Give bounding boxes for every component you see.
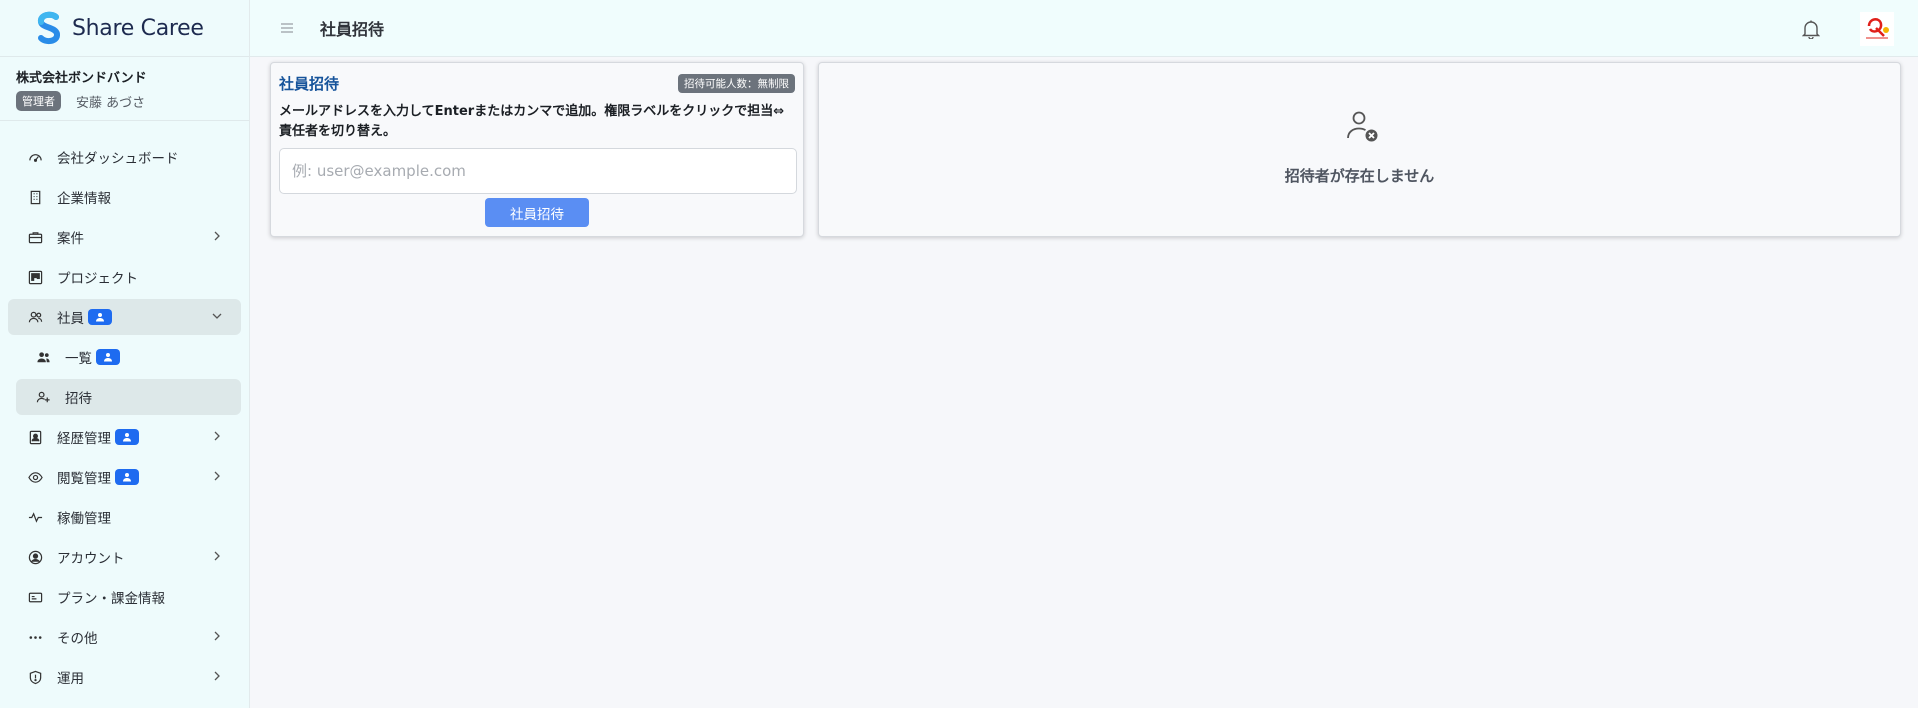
user-avatar[interactable] <box>1860 12 1894 46</box>
shield-icon <box>28 670 43 685</box>
sidebar-item-project[interactable]: プロジェクト <box>8 259 241 295</box>
logo[interactable]: Share Caree <box>0 0 249 57</box>
sidebar-nav: 会社ダッシュボード 企業情報 案件 プロジェクト 社員 一覧 招待 経歴管理 閲… <box>0 121 249 695</box>
person-badge-icon <box>115 469 139 485</box>
chevron-right-icon <box>214 431 220 441</box>
sidebar-item-label: 運用 <box>57 671 84 687</box>
company-info: 株式会社ボンドバンド 管理者 安藤 あづさ <box>0 57 249 121</box>
email-input[interactable] <box>279 148 797 194</box>
chevron-right-icon <box>214 551 220 561</box>
sidebar-item-label: その他 <box>57 631 98 647</box>
sidebar-item-label: アカウント <box>57 551 125 567</box>
logo-text: Share Caree <box>72 15 204 41</box>
briefcase-icon <box>28 230 43 245</box>
person-badge-icon <box>88 309 112 325</box>
eye-icon <box>28 470 43 485</box>
invite-instructions: メールアドレスを入力してEnterまたはカンマで追加。権限ラベルをクリックで担当… <box>279 104 785 139</box>
three-dots-icon <box>28 630 43 645</box>
sidebar-item-plan-billing[interactable]: プラン・課金情報 <box>8 579 241 615</box>
sidebar-item-label: 会社ダッシュボード <box>57 151 179 167</box>
person-circle-icon <box>28 550 43 565</box>
invite-card-title: 社員招待 <box>279 75 340 93</box>
person-badge-icon <box>96 349 120 365</box>
kanban-icon <box>28 270 43 285</box>
person-x-icon <box>1347 111 1378 142</box>
person-square-icon <box>28 430 43 445</box>
chevron-right-icon <box>214 231 220 241</box>
user-name: 安藤 あづさ <box>76 95 146 111</box>
company-name: 株式会社ボンドバンド <box>16 71 147 86</box>
invite-employee-button[interactable]: 社員招待 <box>485 198 589 227</box>
invitees-card: 招待者が存在しません <box>818 62 1901 237</box>
sidebar-item-label: プロジェクト <box>57 271 138 287</box>
invite-card: 社員招待 招待可能人数：無制限 メールアドレスを入力してEnterまたはカンマで… <box>270 62 804 237</box>
sidebar-item-operations[interactable]: 運用 <box>8 659 241 695</box>
sidebar-item-label: プラン・課金情報 <box>57 591 165 607</box>
bell-icon[interactable] <box>1802 19 1820 39</box>
sidebar-item-label: 一覧 <box>65 351 92 367</box>
sidebar-item-label: 経歴管理 <box>57 431 111 447</box>
sidebar-item-invite[interactable]: 招待 <box>16 379 241 415</box>
person-add-icon <box>36 390 51 405</box>
role-badge: 管理者 <box>16 91 61 111</box>
sidebar-item-label: 閲覧管理 <box>57 471 111 487</box>
top-header: 社員招待 <box>250 0 1918 57</box>
sidebar-item-label: 稼働管理 <box>57 511 111 527</box>
sidebar-item-employee-list[interactable]: 一覧 <box>16 339 241 375</box>
sidebar-item-label: 企業情報 <box>57 191 111 207</box>
chevron-right-icon <box>214 671 220 681</box>
activity-icon <box>28 510 43 525</box>
building-icon <box>28 190 43 205</box>
sidebar-item-dashboard[interactable]: 会社ダッシュボード <box>8 139 241 175</box>
sidebar-item-career-management[interactable]: 経歴管理 <box>8 419 241 455</box>
sidebar-item-operation-management[interactable]: 稼働管理 <box>8 499 241 535</box>
empty-state-message: 招待者が存在しません <box>1284 167 1435 185</box>
page-title: 社員招待 <box>320 20 385 39</box>
hamburger-menu-icon[interactable] <box>280 23 294 33</box>
person-badge-icon <box>115 429 139 445</box>
sidebar-item-company-info[interactable]: 企業情報 <box>8 179 241 215</box>
chevron-down-icon <box>212 313 222 319</box>
share-caree-logo-icon <box>38 11 60 45</box>
invite-limit-badge: 招待可能人数：無制限 <box>678 74 795 93</box>
chevron-right-icon <box>214 471 220 481</box>
people-fill-icon <box>36 350 51 365</box>
sidebar: Share Caree 株式会社ボンドバンド 管理者 安藤 あづさ 会社ダッシュ… <box>0 0 250 708</box>
sidebar-item-label: 招待 <box>65 391 92 407</box>
sidebar-item-account[interactable]: アカウント <box>8 539 241 575</box>
credit-card-icon <box>28 590 43 605</box>
sidebar-item-employees[interactable]: 社員 <box>8 299 241 335</box>
dashboard-icon <box>28 150 43 165</box>
people-icon <box>28 310 43 325</box>
sidebar-item-label: 案件 <box>57 231 84 247</box>
sidebar-item-label: 社員 <box>57 311 84 327</box>
chevron-right-icon <box>214 631 220 641</box>
sidebar-item-view-management[interactable]: 閲覧管理 <box>8 459 241 495</box>
sidebar-item-other[interactable]: その他 <box>8 619 241 655</box>
sidebar-item-projects-cases[interactable]: 案件 <box>8 219 241 255</box>
